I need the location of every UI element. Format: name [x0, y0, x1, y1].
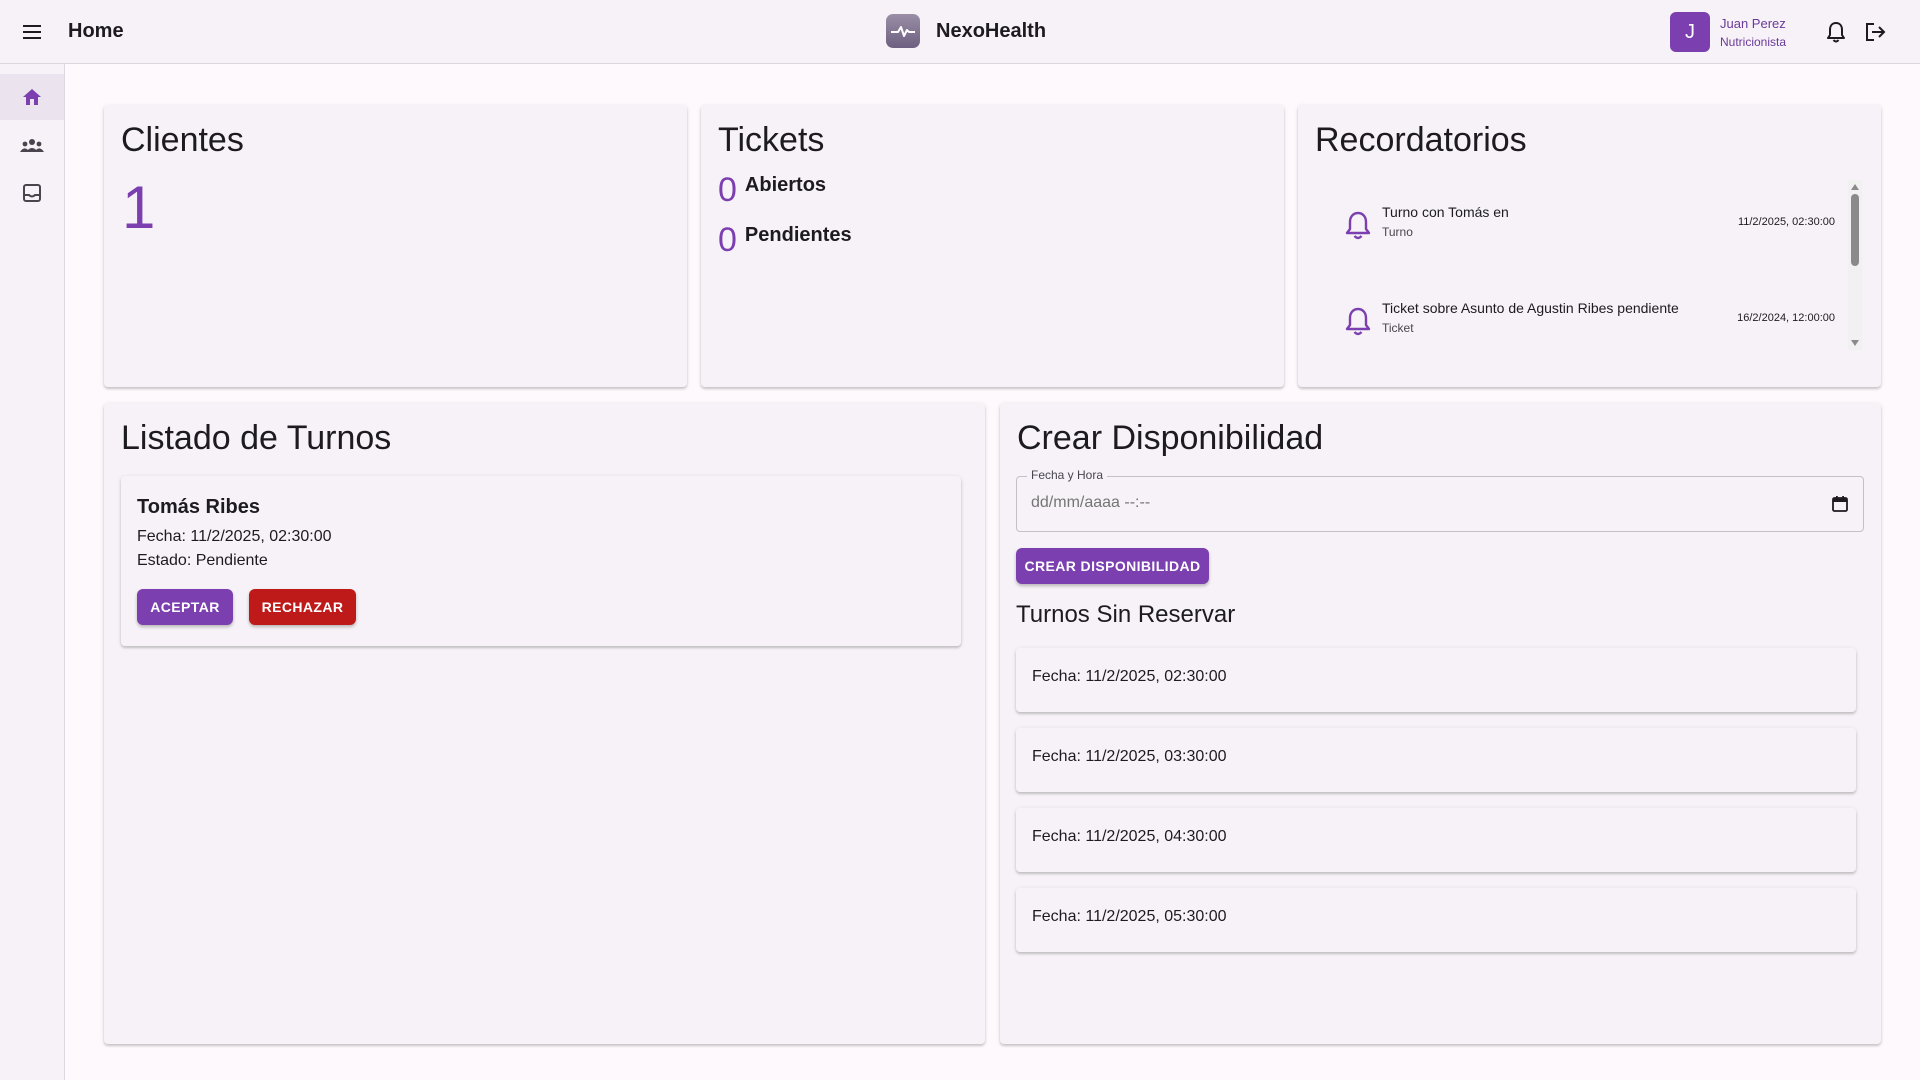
slot-item[interactable]: Fecha: 11/2/2025, 02:30:00: [1016, 648, 1856, 712]
top-app-bar: Home NexoHealth J Juan Perez Nutricionis…: [0, 0, 1920, 64]
logout-icon[interactable]: [1864, 20, 1888, 44]
clients-count: 1: [122, 174, 156, 241]
home-icon: [23, 89, 41, 105]
slot-date: Fecha: 11/2/2025, 05:30:00: [1032, 908, 1227, 925]
menu-icon[interactable]: [20, 18, 44, 46]
navigation-rail: [0, 64, 65, 1080]
brand-name: NexoHealth: [936, 19, 1047, 42]
datetime-input[interactable]: [1031, 494, 1631, 512]
reminders-list[interactable]: Turno con Tomás en Turno 11/2/2025, 02:3…: [1315, 180, 1863, 350]
reminders-card: Recordatorios Turno con Tomás en Turno 1…: [1298, 105, 1881, 387]
slot-item[interactable]: Fecha: 11/2/2025, 05:30:00: [1016, 888, 1856, 952]
appointment-client-name: Tomás Ribes: [137, 496, 260, 518]
page-title: Home: [68, 20, 124, 42]
tickets-pending-count: 0: [718, 221, 737, 259]
tickets-open-count: 0: [718, 171, 737, 209]
reminder-title: Turno con Tomás en: [1382, 204, 1509, 220]
clients-card: Clientes 1: [104, 105, 687, 387]
reminder-time: 11/2/2025, 02:30:00: [1737, 216, 1835, 228]
rail-item-home[interactable]: [0, 74, 64, 120]
reminder-item[interactable]: Turno con Tomás en Turno 11/2/2025, 02:3…: [1315, 194, 1835, 254]
appointments-title: Listado de Turnos: [121, 419, 392, 457]
inbox-icon: [23, 184, 41, 202]
user-role: Nutricionista: [1720, 34, 1787, 49]
datetime-field-label: Fecha y Hora: [1027, 468, 1108, 482]
accept-button[interactable]: ACEPTAR: [137, 589, 233, 625]
slot-date: Fecha: 11/2/2025, 02:30:00: [1032, 668, 1227, 685]
avatar: J: [1670, 12, 1710, 52]
tickets-title: Tickets: [718, 121, 825, 159]
calendar-icon[interactable]: [1831, 495, 1849, 513]
availability-title: Crear Disponibilidad: [1017, 419, 1324, 457]
appointment-status: Estado: Pendiente: [137, 552, 268, 569]
reminder-time: 16/2/2024, 12:00:00: [1737, 312, 1835, 324]
scroll-down-arrow-icon[interactable]: [1851, 340, 1859, 346]
brand: NexoHealth: [886, 14, 1046, 48]
bell-icon: [1345, 307, 1371, 336]
reminders-title: Recordatorios: [1315, 121, 1527, 159]
reminder-title: Ticket sobre Asunto de Agustin Ribes pen…: [1382, 300, 1679, 316]
reminders-scrollbar[interactable]: [1848, 180, 1862, 350]
create-availability-button[interactable]: CREAR DISPONIBILIDAD: [1016, 548, 1209, 584]
reminder-item[interactable]: Ticket sobre Asunto de Agustin Ribes pen…: [1315, 290, 1835, 350]
rail-item-clients[interactable]: [0, 122, 64, 168]
rail-item-inbox[interactable]: [0, 170, 64, 216]
group-icon: [20, 139, 44, 152]
datetime-field[interactable]: Fecha y Hora: [1016, 468, 1864, 532]
tickets-card: Tickets 0 Abiertos 0 Pendientes: [701, 105, 1284, 387]
appointment-date: Fecha: 11/2/2025, 02:30:00: [137, 528, 332, 545]
reminder-type: Ticket: [1382, 321, 1414, 335]
tickets-open-row: 0 Abiertos: [718, 173, 826, 207]
appointment-item: Tomás Ribes Fecha: 11/2/2025, 02:30:00 E…: [121, 476, 961, 646]
clients-title: Clientes: [121, 121, 244, 159]
unbooked-slots-title: Turnos Sin Reservar: [1016, 601, 1236, 628]
slot-date: Fecha: 11/2/2025, 04:30:00: [1032, 828, 1227, 845]
tickets-pending-label: Pendientes: [744, 224, 852, 246]
heartbeat-logo-icon: [886, 14, 920, 48]
bell-icon[interactable]: [1824, 20, 1848, 44]
tickets-open-label: Abiertos: [744, 174, 827, 196]
user-name: Juan Perez: [1720, 15, 1786, 31]
appointments-card: Listado de Turnos Tomás Ribes Fecha: 11/…: [104, 403, 985, 1044]
reject-button[interactable]: RECHAZAR: [249, 589, 356, 625]
scroll-up-arrow-icon[interactable]: [1851, 184, 1859, 190]
slot-item[interactable]: Fecha: 11/2/2025, 03:30:00: [1016, 728, 1856, 792]
bell-icon: [1345, 211, 1371, 240]
slot-date: Fecha: 11/2/2025, 03:30:00: [1032, 748, 1227, 765]
scroll-thumb[interactable]: [1851, 194, 1859, 266]
slot-item[interactable]: Fecha: 11/2/2025, 04:30:00: [1016, 808, 1856, 872]
reminder-type: Turno: [1382, 225, 1413, 239]
tickets-pending-row: 0 Pendientes: [718, 223, 852, 257]
availability-card: Crear Disponibilidad Fecha y Hora CREAR …: [1000, 403, 1881, 1044]
user-profile[interactable]: J Juan Perez Nutricionista: [1670, 12, 1786, 52]
